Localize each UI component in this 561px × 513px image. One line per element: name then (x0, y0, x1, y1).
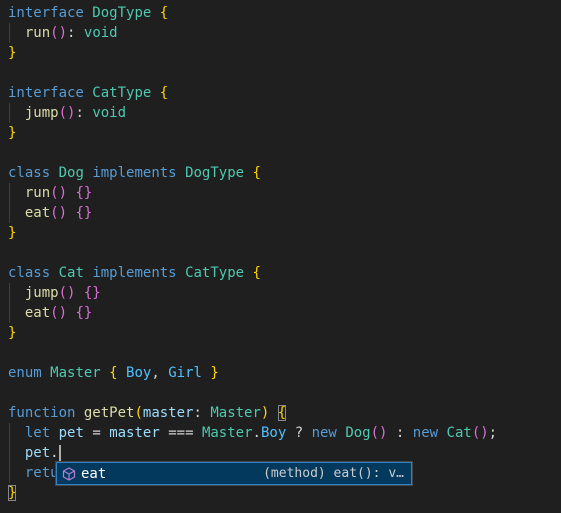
code-line: } (8, 325, 17, 341)
code-line: } (8, 45, 17, 61)
suggest-detail: (method) eat(): v… (263, 466, 404, 481)
code-line: } (8, 225, 17, 241)
indent-guide (9, 463, 10, 483)
suggest-label: eat (81, 465, 107, 482)
code-editor[interactable]: interface DogType { run(): void } interf… (0, 0, 561, 513)
code-line: class Cat implements CatType { (8, 265, 261, 281)
suggest-item-eat[interactable]: eat (method) eat(): v… (56, 462, 412, 485)
indent-guide (9, 423, 10, 443)
code-line: pet. (8, 443, 497, 463)
matched-bracket: { (277, 405, 287, 421)
code-line: jump(): void (8, 103, 497, 123)
code-line: interface DogType { (8, 5, 169, 21)
indent-guide (9, 203, 10, 223)
code-line: jump() {} (8, 283, 497, 303)
indent-guide (9, 283, 10, 303)
code-line: eat() {} (8, 203, 497, 223)
code-line: } (8, 483, 497, 503)
code-line: run() {} (8, 183, 497, 203)
code-line: enum Master { Boy, Girl } (8, 365, 219, 381)
code-line: run(): void (8, 23, 497, 43)
code-line: interface CatType { (8, 85, 169, 101)
code-area[interactable]: interface DogType { run(): void } interf… (8, 3, 497, 503)
suggest-widget[interactable]: eat (method) eat(): v… (55, 461, 413, 486)
code-line: let pet = master === Master.Boy ? new Do… (8, 423, 497, 443)
code-line: function getPet(master: Master) { (8, 405, 287, 421)
indent-guide (9, 183, 10, 203)
text-cursor (58, 444, 61, 462)
code-line: } (8, 125, 17, 141)
indent-guide (9, 443, 10, 463)
indent-guide (9, 103, 10, 123)
code-line: eat() {} (8, 303, 497, 323)
method-cube-icon (62, 466, 76, 481)
matched-bracket: } (8, 485, 17, 501)
code-line: class Dog implements DogType { (8, 165, 261, 181)
indent-guide (9, 23, 10, 43)
indent-guide (9, 303, 10, 323)
